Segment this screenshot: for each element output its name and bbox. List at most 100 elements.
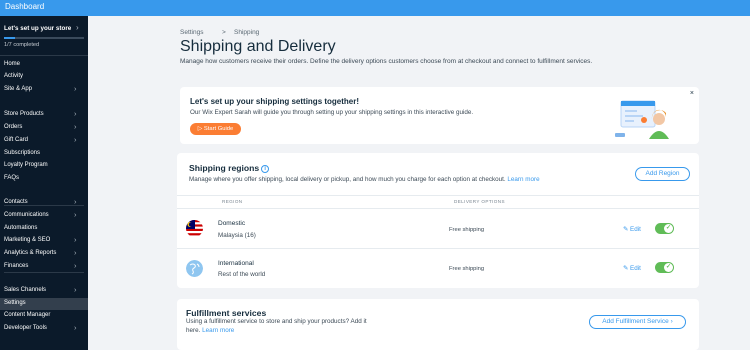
setup-progress-panel[interactable]: Let's set up your store › 1/7 completed <box>0 16 88 56</box>
check-icon: ✓ <box>664 263 673 272</box>
sidebar-item-label: Settings <box>4 300 26 306</box>
breadcrumb-separator: > <box>222 29 226 36</box>
sidebar-item-loyalty-program[interactable]: Loyalty Program <box>0 160 88 172</box>
region-subtitle: Malaysia (16) <box>218 232 256 239</box>
edit-label: Edit <box>630 226 641 233</box>
check-icon: ✓ <box>664 224 673 233</box>
column-header-delivery-options: DELIVERY OPTIONS <box>454 199 505 204</box>
sidebar-item-label: Content Manager <box>4 312 51 318</box>
divider <box>177 248 699 249</box>
fulfillment-text-line1: Using a fulfillment service to store and… <box>186 318 367 325</box>
sidebar-item-label: Site & App <box>4 86 33 92</box>
close-icon[interactable]: × <box>690 90 694 97</box>
add-region-button[interactable]: Add Region <box>635 167 690 181</box>
guide-title: Let's set up your shipping settings toge… <box>190 97 360 106</box>
chevron-right-icon: › <box>76 23 79 32</box>
chevron-right-icon: › <box>74 122 77 131</box>
sidebar-item-label: Automations <box>4 225 38 231</box>
chevron-right-icon: › <box>74 210 77 219</box>
sidebar-item-label: Sales Channels <box>4 287 47 293</box>
sidebar-item-orders[interactable]: Orders › <box>0 122 88 134</box>
shipping-regions-text: Manage where you offer shipping, local d… <box>189 176 540 183</box>
sidebar-item-site-app[interactable]: Site & App › <box>0 84 88 96</box>
divider <box>177 195 699 196</box>
chevron-right-icon: › <box>74 248 77 257</box>
page-title: Shipping and Delivery <box>180 38 336 55</box>
divider <box>177 208 699 209</box>
sidebar-item-contacts[interactable]: Contacts › <box>0 197 88 209</box>
chevron-right-icon: › <box>74 285 77 294</box>
sidebar-item-label: Subscriptions <box>4 150 41 156</box>
dashboard-title[interactable]: Dashboard <box>5 2 44 11</box>
region-toggle[interactable]: ✓ <box>655 262 674 273</box>
breadcrumb-settings[interactable]: Settings <box>180 29 204 36</box>
guide-illustration <box>615 100 669 139</box>
malaysia-flag-icon <box>186 220 203 237</box>
learn-more-link[interactable]: Learn more <box>507 176 539 183</box>
breadcrumb-current: Shipping <box>234 29 260 36</box>
play-icon: ▷ <box>197 126 203 132</box>
sidebar-item-label: Orders <box>4 124 23 130</box>
sidebar-item-automations[interactable]: Automations <box>0 223 88 235</box>
sidebar-item-settings[interactable]: Settings <box>0 298 88 310</box>
chevron-right-icon: › <box>74 323 77 332</box>
sidebar-item-activity[interactable]: Activity <box>0 71 88 83</box>
sidebar-item-label: FAQs <box>4 175 20 181</box>
sidebar-item-communications[interactable]: Communications › <box>0 210 88 222</box>
sidebar-item-content-manager[interactable]: Content Manager <box>0 310 88 322</box>
chevron-right-icon: › <box>670 318 673 325</box>
sidebar-item-home[interactable]: Home <box>0 59 88 71</box>
fulfillment-title: Fulfillment services <box>186 308 267 318</box>
fulfillment-text-here: here. <box>186 327 201 334</box>
sidebar-item-label: Marketing & SEO <box>4 237 51 243</box>
sidebar-item-sales-channels[interactable]: Sales Channels › <box>0 285 88 297</box>
region-name: International <box>218 260 254 267</box>
pencil-icon: ✎ <box>623 265 629 272</box>
shipping-regions-title-text: Shipping regions <box>189 163 260 173</box>
sidebar-item-faqs[interactable]: FAQs <box>0 173 88 185</box>
start-guide-button[interactable]: ▷ Start Guide <box>190 123 241 135</box>
sidebar-item-label: Communications <box>4 212 49 218</box>
chevron-right-icon: › <box>74 135 77 144</box>
top-bar: Dashboard <box>0 0 750 16</box>
sidebar-divider <box>4 205 84 206</box>
setup-progress-text: 1/7 completed <box>4 42 40 48</box>
page-subtitle: Manage how customers receive their order… <box>180 58 593 65</box>
info-icon[interactable]: i <box>261 165 270 173</box>
sidebar-item-analytics-reports[interactable]: Analytics & Reports › <box>0 248 88 260</box>
delivery-option: Free shipping <box>449 266 485 272</box>
guide-text: Our Wix Expert Sarah will guide you thro… <box>190 109 474 116</box>
shipping-regions-card <box>177 153 699 288</box>
edit-button[interactable]: ✎ Edit <box>623 265 641 272</box>
sidebar-item-label: Activity <box>4 73 24 79</box>
add-fulfillment-service-button[interactable]: Add Fulfillment Service › <box>589 315 686 329</box>
learn-more-link[interactable]: Learn more <box>202 327 234 334</box>
region-subtitle: Rest of the world <box>218 271 266 278</box>
setup-progress-bar <box>4 37 84 39</box>
chevron-right-icon: › <box>74 261 77 270</box>
edit-label: Edit <box>630 265 641 272</box>
shipping-regions-title: Shipping regions i <box>189 163 270 173</box>
sidebar-item-developer-tools[interactable]: Developer Tools › <box>0 323 88 335</box>
sidebar-item-subscriptions[interactable]: Subscriptions <box>0 148 88 160</box>
chevron-right-icon: › <box>74 84 77 93</box>
guide-card: Let's set up your shipping settings toge… <box>180 87 699 144</box>
sidebar-divider <box>4 272 84 273</box>
sidebar-item-label: Loyalty Program <box>4 162 48 168</box>
sidebar: Let's set up your store › 1/7 completed … <box>0 16 88 350</box>
globe-icon <box>186 260 203 277</box>
add-fulfillment-service-label: Add Fulfillment Service <box>602 318 669 325</box>
sidebar-item-label: Developer Tools <box>4 325 47 331</box>
setup-progress-fill <box>4 37 16 39</box>
start-guide-label: Start Guide <box>203 126 234 132</box>
edit-button[interactable]: ✎ Edit <box>623 226 641 233</box>
sidebar-item-label: Gift Card <box>4 137 29 143</box>
delivery-option: Free shipping <box>449 227 485 233</box>
sidebar-item-label: Finances <box>4 263 29 269</box>
chevron-right-icon: › <box>74 109 77 118</box>
sidebar-item-gift-card[interactable]: Gift Card › <box>0 135 88 147</box>
shipping-regions-description: Manage where you offer shipping, local d… <box>189 176 506 183</box>
region-toggle[interactable]: ✓ <box>655 223 674 234</box>
sidebar-item-store-products[interactable]: Store Products › <box>0 109 88 121</box>
sidebar-item-marketing-seo[interactable]: Marketing & SEO › <box>0 235 88 247</box>
